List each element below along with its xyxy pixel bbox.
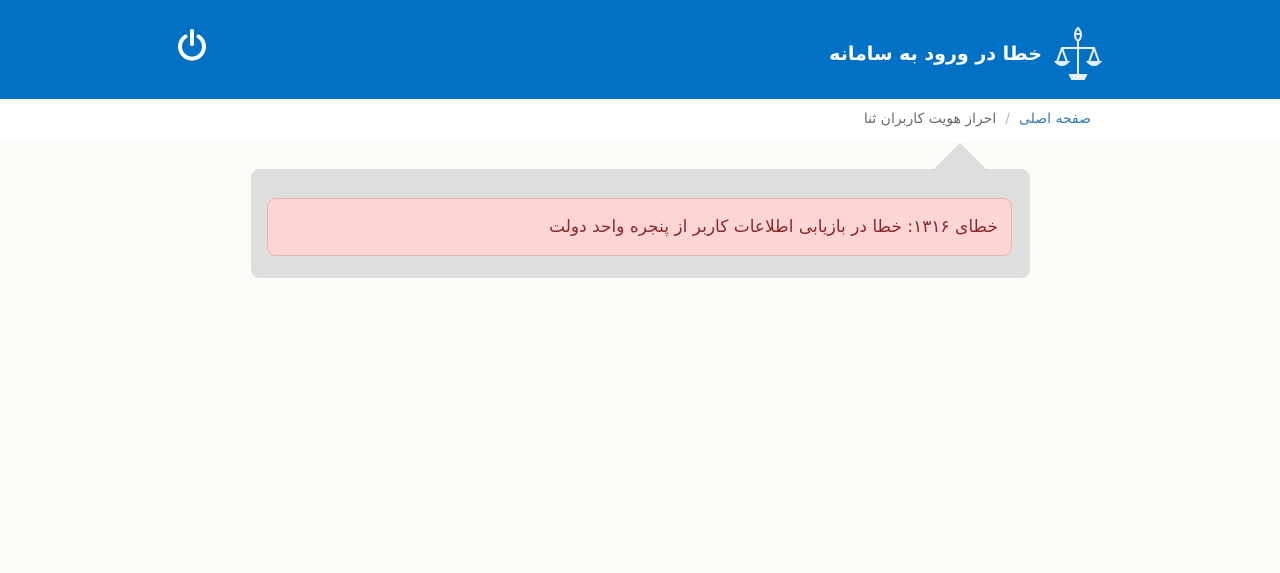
- error-message: خطای ۱۳۱۶: خطا در بازیابی اطلاعات کاربر …: [549, 217, 998, 237]
- breadcrumb-current: احراز هویت کاربران ثنا: [863, 111, 997, 127]
- header-bar: خطا در ورود به سامانه: [0, 0, 1280, 99]
- scales-emblem-icon: [1054, 26, 1102, 80]
- power-icon: [178, 29, 206, 61]
- brand: خطا در ورود به سامانه: [829, 26, 1102, 82]
- page-title: خطا در ورود به سامانه: [829, 43, 1042, 65]
- breadcrumb-separator: /: [1005, 111, 1010, 127]
- breadcrumb-home-link[interactable]: صفحه اصلی: [1019, 111, 1091, 127]
- breadcrumb: صفحه اصلی / احراز هویت کاربران ثنا: [864, 111, 1091, 127]
- panel-pointer: [934, 143, 986, 169]
- breadcrumb-bar: صفحه اصلی / احراز هویت کاربران ثنا: [0, 99, 1280, 142]
- error-alert: خطای ۱۳۱۶: خطا در بازیابی اطلاعات کاربر …: [267, 198, 1012, 256]
- logout-button[interactable]: [174, 27, 210, 63]
